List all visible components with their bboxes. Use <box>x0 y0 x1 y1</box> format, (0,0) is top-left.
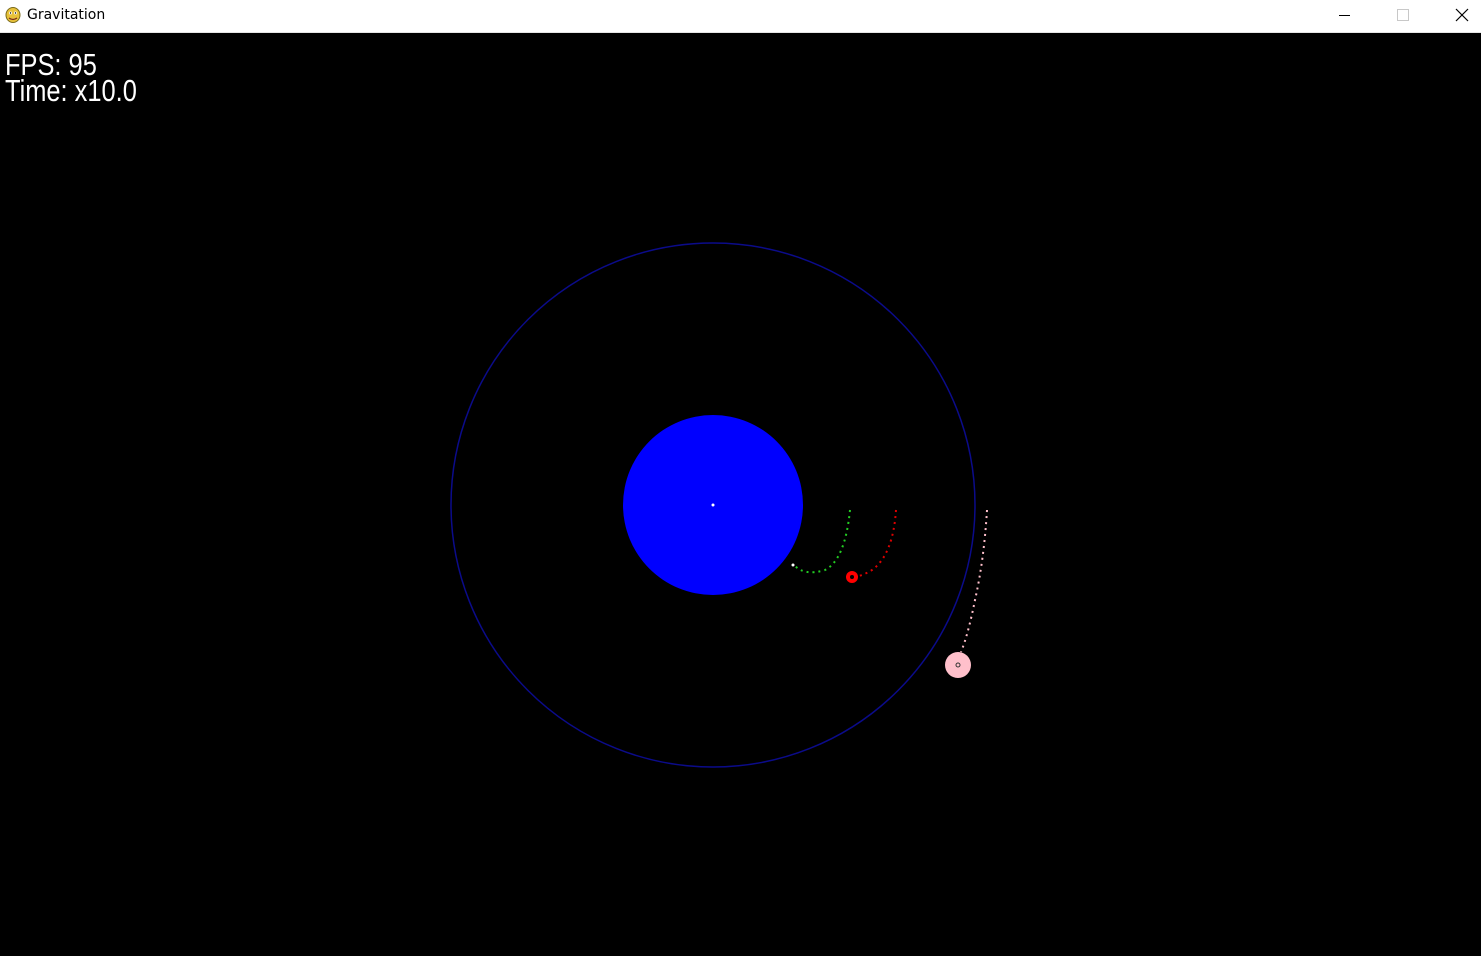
simulation-canvas[interactable] <box>0 34 1481 956</box>
green-satellite-trail <box>794 509 851 574</box>
pink-satellite <box>945 652 971 678</box>
maximize-button[interactable] <box>1374 0 1432 33</box>
red-satellite-core <box>850 575 854 579</box>
maximize-icon <box>1397 9 1409 21</box>
minimize-icon <box>1339 15 1350 16</box>
title-bar: Gravitation <box>0 0 1481 33</box>
time-scale-readout: Time: x10.0 <box>5 73 137 108</box>
close-icon <box>1455 8 1469 22</box>
green-satellite <box>791 563 795 567</box>
window-title: Gravitation <box>27 7 106 23</box>
minimize-button[interactable] <box>1316 0 1374 33</box>
red-satellite-trail <box>853 509 897 578</box>
center-marker <box>711 503 715 507</box>
pygame-snake-icon <box>5 7 21 23</box>
close-button[interactable] <box>1432 0 1481 33</box>
scene-svg <box>450 242 988 768</box>
